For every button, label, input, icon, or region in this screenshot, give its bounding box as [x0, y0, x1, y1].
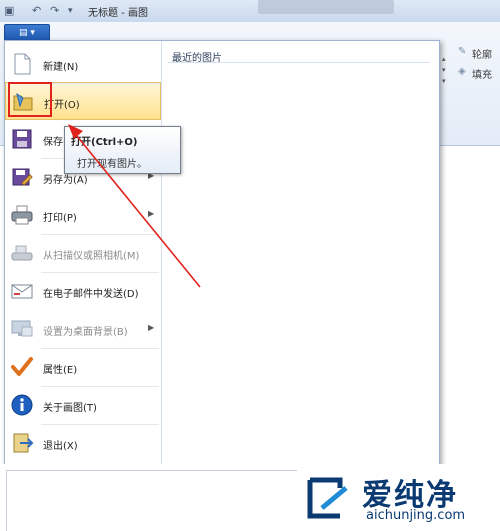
- watermark: 爱纯净 aichunjing.com: [300, 468, 500, 530]
- fill-icon: ◈: [458, 66, 466, 77]
- menu-divider: [41, 272, 159, 273]
- menu-item-label: 从扫描仪或照相机(M): [43, 251, 140, 262]
- menu-item-label: 退出(X): [43, 441, 78, 452]
- undo-icon[interactable]: ↶: [32, 4, 41, 18]
- menu-item-label: 在电子邮件中发送(D): [43, 289, 139, 300]
- submenu-arrow-icon: ▶: [148, 209, 155, 218]
- window-title: 无标题 - 画图: [88, 8, 148, 19]
- menu-item-label: 设置为桌面背景(B): [43, 327, 128, 338]
- menu-divider: [41, 424, 159, 425]
- outline-icon: ✎: [458, 46, 467, 57]
- submenu-arrow-icon: ▶: [148, 323, 155, 332]
- email-icon: [11, 284, 33, 299]
- tooltip-description: 打开现有图片。: [77, 159, 147, 170]
- new-file-icon: [14, 53, 31, 75]
- canvas-border: [6, 470, 297, 531]
- menu-item-print[interactable]: 打印(P) ▶: [5, 196, 161, 234]
- menu-divider: [41, 234, 159, 235]
- menu-divider: [41, 386, 159, 387]
- open-tooltip: 打开(Ctrl+O) 打开现有图片。: [64, 126, 181, 174]
- save-icon: [12, 129, 32, 149]
- menu-item-email[interactable]: 在电子邮件中发送(D): [5, 272, 161, 310]
- exit-icon: [13, 433, 34, 453]
- menu-divider: [41, 348, 159, 349]
- tooltip-title: 打开(Ctrl+O): [71, 137, 138, 148]
- menu-item-properties[interactable]: 属性(E): [5, 348, 161, 386]
- menu-item-label: 属性(E): [43, 365, 78, 376]
- menu-item-exit[interactable]: 退出(X): [5, 424, 161, 462]
- fill-button[interactable]: 填充: [472, 66, 492, 81]
- menu-item-label: 新建(N): [43, 62, 79, 73]
- paint-app-icon[interactable]: ▣: [4, 4, 14, 18]
- annotation-highlight-box: [8, 82, 52, 117]
- print-icon: [11, 205, 33, 225]
- title-bar-blurred-region: [258, 0, 394, 14]
- desktop-background-icon: [11, 320, 33, 337]
- properties-checkmark-icon: [11, 357, 33, 376]
- watermark-logo: [307, 477, 348, 519]
- menu-item-label: 关于画图(T): [43, 403, 97, 414]
- recent-pictures-divider: [168, 62, 430, 63]
- menu-item-new[interactable]: 新建(N): [5, 45, 161, 83]
- menu-divider: [41, 83, 159, 84]
- shape-gallery-scroll-icon[interactable]: ▴ ▾ ▾: [442, 54, 446, 87]
- save-as-icon: [12, 168, 33, 186]
- ribbon-shapes-group: ▴ ▾ ▾ ✎ 轮廓 ◈ 填充: [440, 44, 500, 144]
- title-bar: ▣ ↶ ↷ ▾ 无标题 - 画图: [0, 0, 500, 23]
- outline-button[interactable]: 轮廓: [472, 46, 492, 61]
- menu-item-scanner[interactable]: 从扫描仪或照相机(M): [5, 234, 161, 272]
- watermark-url: aichunjing.com: [366, 508, 466, 523]
- info-icon: [11, 394, 33, 416]
- recent-pictures-panel: 最近的图片: [162, 41, 439, 465]
- application-menu: 新建(N) 打开(O) 保存(S) 另存为(A) ▶ 打印(P) ▶ 从扫描仪或…: [4, 40, 440, 466]
- menu-item-label: 打印(P): [43, 213, 77, 224]
- customize-quick-access-icon[interactable]: ▾: [68, 4, 73, 18]
- menu-item-desktop-background[interactable]: 设置为桌面背景(B) ▶: [5, 310, 161, 348]
- menu-item-about[interactable]: 关于画图(T): [5, 386, 161, 424]
- scanner-icon: [11, 245, 33, 261]
- redo-icon[interactable]: ↷: [50, 4, 59, 18]
